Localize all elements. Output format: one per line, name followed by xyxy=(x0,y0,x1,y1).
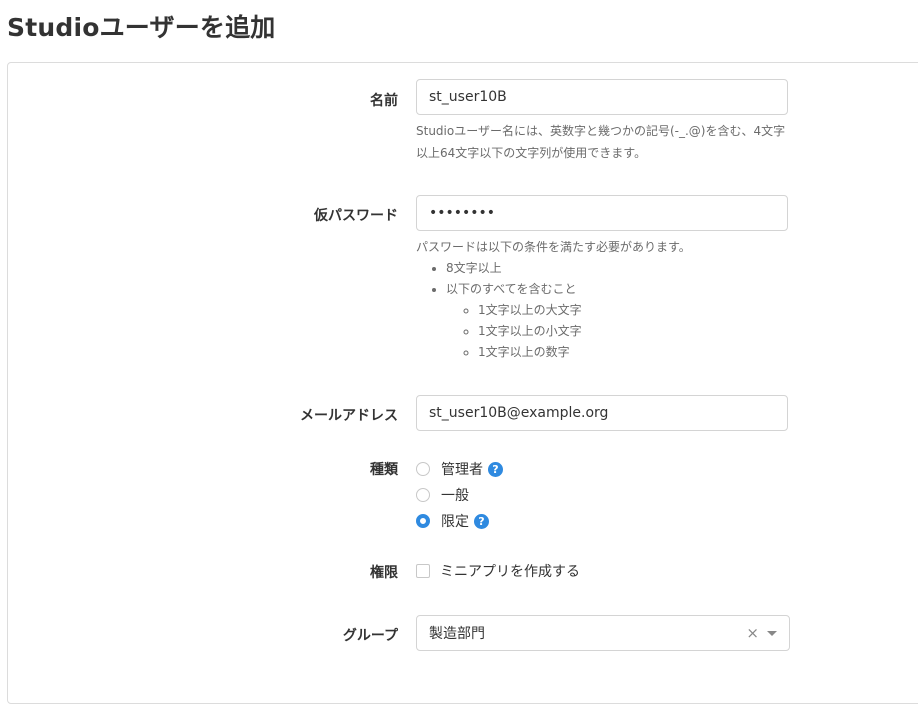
chevron-down-icon[interactable] xyxy=(767,630,777,636)
email-input[interactable] xyxy=(416,395,788,431)
permission-checkbox-label: ミニアプリを作成する xyxy=(440,564,580,580)
password-subrule-uppercase: 1文字以上の大文字 xyxy=(478,300,796,321)
permission-label: 権限 xyxy=(370,565,398,581)
help-icon[interactable]: ? xyxy=(488,461,503,477)
type-admin-label: 管理者 xyxy=(441,462,483,478)
name-help-line1: Studioユーザー名には、英数字と幾つかの記号(-_.@)を含む、4文字 xyxy=(416,124,786,138)
name-input[interactable] xyxy=(416,79,788,115)
type-limited-label: 限定 xyxy=(441,514,469,530)
type-label: 種類 xyxy=(370,462,398,478)
password-subrule-digit: 1文字以上の数字 xyxy=(478,342,796,363)
type-general-label: 一般 xyxy=(441,488,469,504)
password-input[interactable] xyxy=(416,195,788,231)
group-select-value: 製造部門 xyxy=(429,626,485,642)
permission-checkbox[interactable] xyxy=(416,564,430,578)
permission-create-miniapp[interactable]: ミニアプリを作成する xyxy=(416,560,580,582)
password-help-intro: パスワードは以下の条件を満たす必要があります。 xyxy=(416,240,691,254)
password-rules: 8文字以上 以下のすべてを含むこと 1文字以上の大文字 1文字以上の小文字 1文… xyxy=(416,258,796,363)
type-option-general[interactable]: 一般 xyxy=(416,484,469,506)
type-option-admin[interactable]: 管理者 ? xyxy=(416,458,503,480)
password-subrules: 1文字以上の大文字 1文字以上の小文字 1文字以上の数字 xyxy=(446,300,796,363)
type-admin-radio[interactable] xyxy=(416,462,430,476)
password-rule-length: 8文字以上 xyxy=(446,258,796,279)
email-label: メールアドレス xyxy=(300,408,398,424)
password-label: 仮パスワード xyxy=(314,208,398,224)
name-label: 名前 xyxy=(370,93,398,109)
name-help-line2: 以上64文字以下の文字列が使用できます。 xyxy=(416,146,647,160)
help-icon[interactable]: ? xyxy=(474,513,489,529)
group-label: グループ xyxy=(342,628,398,644)
type-option-limited[interactable]: 限定 ? xyxy=(416,510,489,532)
password-rule-contains: 以下のすべてを含むこと 1文字以上の大文字 1文字以上の小文字 1文字以上の数字 xyxy=(446,279,796,363)
page-title: Studioユーザーを追加 xyxy=(7,13,276,42)
clear-icon[interactable]: × xyxy=(746,624,759,642)
group-select[interactable]: 製造部門 × xyxy=(416,615,790,651)
type-limited-radio[interactable] xyxy=(416,514,430,528)
password-subrule-lowercase: 1文字以上の小文字 xyxy=(478,321,796,342)
password-help: パスワードは以下の条件を満たす必要があります。 8文字以上 以下のすべてを含むこ… xyxy=(416,236,796,363)
password-rule-contains-label: 以下のすべてを含むこと xyxy=(446,282,577,296)
name-help: Studioユーザー名には、英数字と幾つかの記号(-_.@)を含む、4文字 以上… xyxy=(416,120,796,164)
type-general-radio[interactable] xyxy=(416,488,430,502)
